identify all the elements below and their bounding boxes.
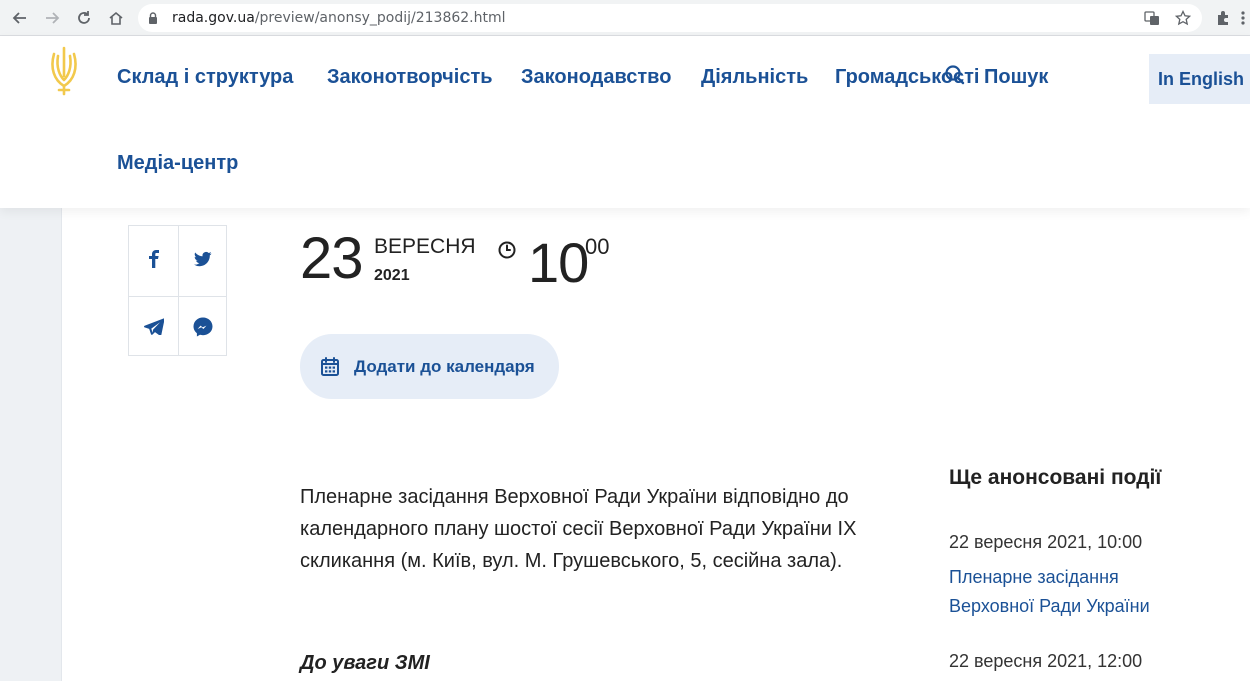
search-icon [945, 65, 965, 85]
url-text: rada.gov.ua/preview/anonsy_podij/213862.… [172, 10, 506, 26]
reload-icon[interactable] [72, 6, 96, 30]
share-telegram-button[interactable] [129, 294, 178, 359]
share-panel [128, 225, 227, 356]
nav-item-legislation[interactable]: Законодавство [521, 66, 671, 89]
media-note-heading: До уваги ЗМІ [300, 652, 430, 674]
facebook-icon [148, 249, 159, 268]
menu-icon[interactable] [1236, 6, 1250, 30]
site-header: Склад і структура Законотворчість Законо… [0, 36, 1250, 208]
share-messenger-button[interactable] [178, 294, 227, 359]
forward-icon[interactable] [40, 6, 64, 30]
calendar-icon [321, 356, 339, 376]
translate-icon[interactable] [1143, 9, 1161, 27]
back-icon[interactable] [8, 6, 32, 30]
event-year: 2021 [374, 267, 410, 284]
event-hour: 10 [528, 231, 589, 294]
sidebar-event-date: 22 вересня 2021, 12:00 [949, 651, 1143, 671]
extensions-icon[interactable] [1211, 6, 1235, 30]
add-to-calendar-button[interactable]: Додати до календаря [300, 334, 559, 399]
twitter-icon [193, 251, 211, 266]
address-bar[interactable]: rada.gov.ua/preview/anonsy_podij/213862.… [138, 4, 1202, 32]
home-icon[interactable] [104, 6, 128, 30]
left-decorative-strip [0, 208, 62, 681]
sidebar-event-date: 22 вересня 2021, 10:00 [949, 532, 1143, 552]
lock-icon [149, 12, 157, 24]
nav-item-lawmaking[interactable]: Законотворчість [327, 66, 493, 89]
trident-logo-icon[interactable] [48, 46, 80, 96]
event-minute: 00 [585, 234, 610, 259]
bookmark-star-icon[interactable] [1174, 9, 1192, 27]
language-switch-button[interactable]: In English [1149, 54, 1250, 104]
browser-toolbar: rada.gov.ua/preview/anonsy_podij/213862.… [0, 0, 1250, 36]
share-facebook-button[interactable] [129, 226, 178, 291]
nav-item-structure[interactable]: Склад і структура [117, 66, 293, 89]
sidebar-title: Ще анонсовані події [949, 466, 1162, 489]
event-description: Пленарне засідання Верховної Ради Україн… [300, 486, 857, 572]
telegram-icon [143, 318, 164, 335]
nav-item-activity[interactable]: Діяльність [701, 66, 808, 89]
nav-item-media-center[interactable]: Медіа-центр [117, 152, 238, 175]
event-day: 23 [300, 226, 364, 291]
search-button[interactable]: Пошук [944, 65, 1054, 94]
search-label: Пошук [984, 66, 1049, 88]
sidebar-event-link[interactable]: Пленарне засідання Верховної Ради Україн… [949, 563, 1189, 621]
event-month: ВЕРЕСНЯ [374, 235, 476, 258]
add-to-calendar-label: Додати до календаря [354, 356, 535, 376]
clock-icon [498, 241, 516, 259]
share-twitter-button[interactable] [178, 226, 227, 291]
messenger-icon [193, 317, 212, 336]
